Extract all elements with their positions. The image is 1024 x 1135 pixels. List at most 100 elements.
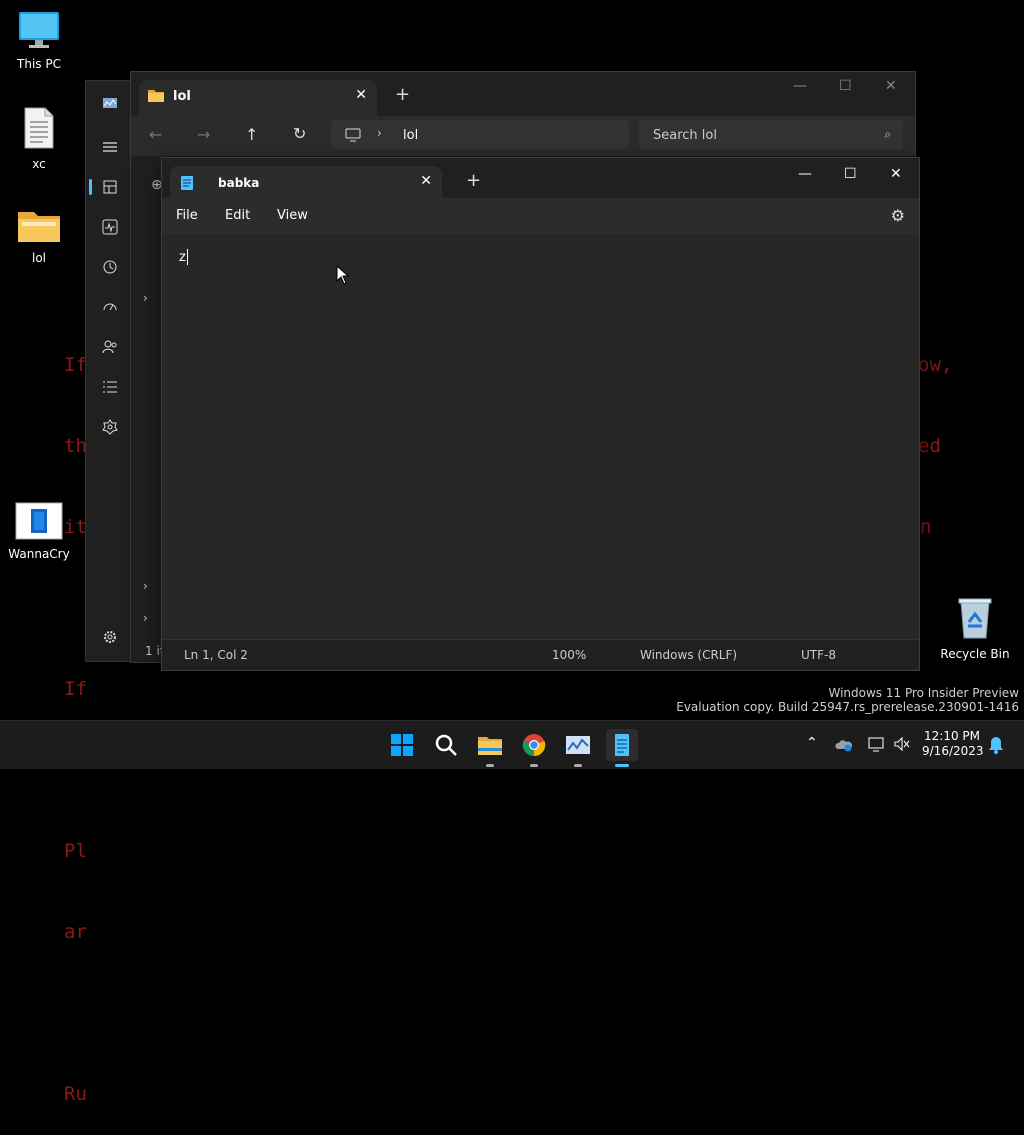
volume-muted-icon[interactable] [893,735,911,753]
search-input[interactable]: Search lol ⌕ [639,120,903,150]
encoding[interactable]: UTF-8 [801,648,836,662]
search-placeholder: Search lol [653,128,717,143]
processes-icon[interactable] [102,179,118,195]
menu-edit[interactable]: Edit [225,208,250,223]
notepad-icon [181,176,193,190]
notepad-icon [615,734,629,756]
desktop-icon-xc[interactable]: xc [1,106,77,171]
desktop-icon-label: Recycle Bin [940,647,1010,661]
explorer-toolbar: ← → ↑ ↻ › lol Search lol ⌕ [131,116,915,156]
forward-icon[interactable]: → [197,125,210,144]
notepad-taskbar-button[interactable] [606,729,638,767]
app-icon [15,502,63,540]
app-history-icon[interactable] [102,259,118,275]
address-bar[interactable]: › lol [331,120,629,150]
new-tab-icon[interactable]: + [466,170,481,191]
running-indicator [530,764,538,767]
explorer-titlebar[interactable]: lol ✕ + — ☐ ✕ [131,72,915,116]
text-file-icon [24,107,54,149]
folder-icon [18,212,60,242]
chrome-icon [522,734,546,757]
startup-apps-icon[interactable] [102,299,118,315]
chrome-taskbar-button[interactable] [518,729,550,767]
editor-content: z [179,250,186,265]
zoom-level[interactable]: 100% [552,648,586,662]
desktop-icon-this-pc[interactable]: This PC [1,10,77,71]
line-ending[interactable]: Windows (CRLF) [640,648,737,662]
back-icon[interactable]: ← [149,125,162,144]
task-manager-window[interactable] [85,80,133,662]
new-tab-icon[interactable]: + [395,84,410,105]
cursor-position: Ln 1, Col 2 [184,648,248,662]
maximize-icon[interactable]: ☐ [839,78,852,94]
desktop-icon-label: xc [32,157,46,171]
wallpaper-text: If th it If Pl ar Ru [64,354,87,1105]
wallpaper-text-right: ow, ed [918,354,953,457]
search-icon [435,734,457,756]
monitor-icon [345,128,361,142]
desktop-icon-label: lol [31,251,46,265]
notepad-window[interactable]: babka ✕ + — ☐ ✕ File Edit View ⚙ z Ln 1,… [161,157,920,671]
breadcrumb[interactable]: lol [403,128,418,143]
maximize-icon[interactable]: ☐ [844,166,857,182]
users-icon[interactable] [102,339,118,355]
network-icon[interactable] [867,735,885,753]
details-icon[interactable] [102,379,118,395]
taskbar: ⌃ 12:10 PM 9/16/2023 [0,720,1024,769]
notepad-titlebar[interactable]: babka ✕ + — ☐ ✕ [162,158,919,198]
text-cursor [187,249,188,265]
hamburger-menu-icon[interactable] [102,139,118,155]
performance-icon[interactable] [102,219,118,235]
chevron-right-icon: › [377,126,382,140]
evaluation-watermark: Windows 11 Pro Insider Preview Evaluatio… [676,686,1019,714]
desktop-icon-recycle-bin[interactable]: Recycle Bin [937,596,1013,661]
chevron-up-icon[interactable]: ⌃ [806,735,818,751]
notepad-tab-title: babka [218,176,260,190]
chevron-right-icon[interactable]: › [143,579,148,593]
folder-icon [478,737,502,755]
search-icon: ⌕ [884,127,891,141]
menu-view[interactable]: View [277,208,308,223]
settings-icon[interactable] [102,629,118,645]
file-explorer-taskbar-button[interactable] [474,729,506,767]
explorer-tab[interactable]: lol ✕ [139,80,377,116]
windows-logo-icon [391,734,413,756]
notepad-statusbar: Ln 1, Col 2 100% Windows (CRLF) UTF-8 [162,639,919,670]
date: 9/16/2023 [922,744,984,758]
close-icon[interactable]: ✕ [890,166,902,182]
menu-file[interactable]: File [176,208,198,223]
up-icon[interactable]: ↑ [245,125,258,144]
task-manager-taskbar-button[interactable] [562,729,594,767]
selected-indicator [89,179,92,195]
task-manager-icon [566,736,590,754]
clock[interactable]: 12:10 PM 9/16/2023 [922,729,984,759]
mouse-pointer-icon [336,265,350,285]
desktop-icon-label: This PC [17,57,61,71]
close-tab-icon[interactable]: ✕ [420,173,432,189]
time: 12:10 PM [924,729,980,743]
refresh-icon[interactable]: ↻ [293,124,306,143]
services-icon[interactable] [102,419,118,435]
notepad-tab[interactable]: babka ✕ [170,166,442,198]
explorer-tab-title: lol [173,89,191,104]
notepad-menubar: File Edit View ⚙ [162,198,919,234]
running-indicator [486,764,494,767]
desktop-icon-lol[interactable]: lol [1,206,77,265]
chevron-right-icon[interactable]: › [143,291,148,305]
active-indicator [615,764,629,767]
recycle-bin-icon [958,598,992,639]
minimize-icon[interactable]: — [793,78,807,94]
wallpaper-text-right-2: n [920,516,932,538]
chevron-right-icon[interactable]: › [143,611,148,625]
close-tab-icon[interactable]: ✕ [355,87,367,103]
running-indicator [574,764,582,767]
close-icon[interactable]: ✕ [885,78,897,94]
text-editor[interactable]: z [162,234,919,640]
start-button[interactable] [386,729,418,761]
notification-bell-icon[interactable] [988,736,1004,754]
minimize-icon[interactable]: — [798,166,812,182]
search-button[interactable] [430,729,462,761]
monitor-icon [19,12,59,48]
onedrive-icon[interactable] [835,737,853,753]
settings-icon[interactable]: ⚙ [891,206,905,225]
